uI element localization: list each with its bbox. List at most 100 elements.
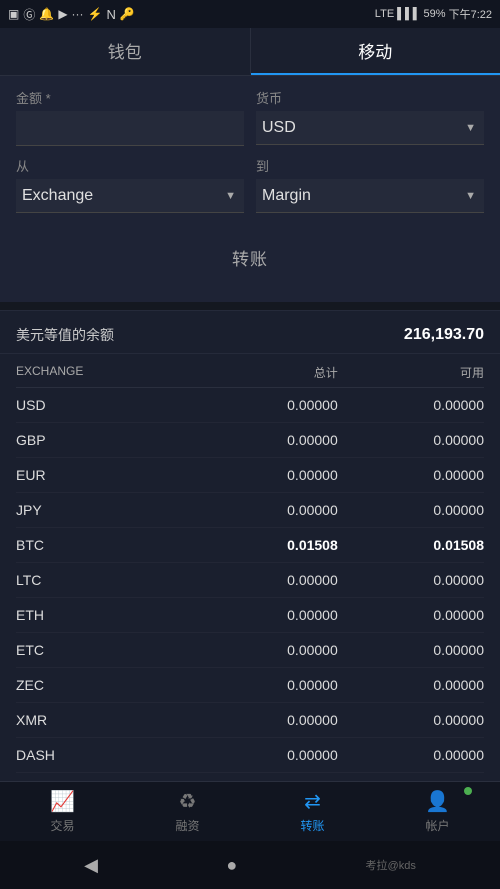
- account-online-dot: [464, 787, 472, 795]
- transfer-nav-label: 转账: [300, 817, 324, 834]
- brand-text: 考拉@kds: [366, 857, 416, 873]
- balance-label: 美元等值的余额: [16, 325, 114, 345]
- table-row: EUR0.000000.00000: [16, 458, 484, 493]
- cell-total: 0.01508: [192, 537, 338, 553]
- cell-total: 0.00000: [192, 467, 338, 483]
- tab-move[interactable]: 移动: [251, 28, 500, 75]
- table-row: ZEC0.000000.00000: [16, 668, 484, 703]
- icon-g: Ⓖ: [23, 6, 35, 23]
- to-select-wrapper: Margin Exchange: [256, 179, 484, 213]
- trading-label: 交易: [50, 817, 74, 834]
- table-row: ETC0.000000.00000: [16, 633, 484, 668]
- amount-label: 金额 *: [16, 88, 244, 107]
- transfer-icon: ⇄: [304, 789, 321, 814]
- transfer-btn-row: 转账: [16, 223, 484, 286]
- table-row: ETH0.000000.00000: [16, 598, 484, 633]
- icon-square: ▣: [8, 7, 19, 21]
- icon-bluetooth: ⚡: [88, 7, 103, 21]
- nav-funding[interactable]: ♻ 融资: [125, 783, 250, 840]
- cell-total: 0.00000: [192, 607, 338, 623]
- table-row: XMR0.000000.00000: [16, 703, 484, 738]
- cell-currency-name: BTC: [16, 537, 192, 553]
- to-select[interactable]: Margin Exchange: [256, 179, 484, 213]
- balance-value: 216,193.70: [404, 326, 484, 344]
- currency-select[interactable]: USD GBP EUR JPY BTC LTC ETH: [256, 111, 484, 145]
- to-label: 到: [256, 156, 484, 175]
- cell-available: 0.00000: [338, 467, 484, 483]
- tab-wallet[interactable]: 钱包: [0, 28, 251, 75]
- amount-group: 金额 *: [16, 88, 244, 146]
- balance-section: 美元等值的余额 216,193.70: [0, 310, 500, 354]
- cell-currency-name: ETH: [16, 607, 192, 623]
- cell-total: 0.00000: [192, 572, 338, 588]
- cell-total: 0.00000: [192, 747, 338, 763]
- nav-account[interactable]: 👤 帐户: [375, 783, 500, 840]
- cell-currency-name: ETC: [16, 642, 192, 658]
- col-available-label: 可用: [338, 364, 484, 381]
- cell-currency-name: GBP: [16, 432, 192, 448]
- cell-available: 0.01508: [338, 537, 484, 553]
- cell-available: 0.00000: [338, 712, 484, 728]
- battery-text: 59%: [424, 8, 446, 20]
- funding-label: 融资: [175, 817, 199, 834]
- cell-total: 0.00000: [192, 432, 338, 448]
- table-body: USD0.000000.00000GBP0.000000.00000EUR0.0…: [16, 388, 484, 808]
- col-section-label: EXCHANGE: [16, 364, 192, 381]
- signal-icon: ▌▌▌: [397, 8, 420, 20]
- table-header: EXCHANGE 总计 可用: [16, 354, 484, 388]
- cell-total: 0.00000: [192, 712, 338, 728]
- icon-bell: 🔔: [39, 7, 54, 21]
- android-bar: ◀ ● 考拉@kds: [0, 841, 500, 889]
- cell-available: 0.00000: [338, 747, 484, 763]
- cell-available: 0.00000: [338, 502, 484, 518]
- cell-available: 0.00000: [338, 642, 484, 658]
- nav-trading[interactable]: 📈 交易: [0, 783, 125, 840]
- transfer-button[interactable]: 转账: [172, 235, 328, 280]
- cell-available: 0.00000: [338, 432, 484, 448]
- cell-currency-name: ZEC: [16, 677, 192, 693]
- cell-total: 0.00000: [192, 642, 338, 658]
- to-group: 到 Margin Exchange: [256, 156, 484, 213]
- cell-available: 0.00000: [338, 572, 484, 588]
- back-button[interactable]: ◀: [84, 855, 98, 876]
- nav-transfer[interactable]: ⇄ 转账: [250, 783, 375, 840]
- amount-currency-row: 金额 * 货币 USD GBP EUR JPY BTC LTC ETH: [16, 88, 484, 146]
- from-select[interactable]: Exchange Margin: [16, 179, 244, 213]
- exchange-table: EXCHANGE 总计 可用 USD0.000000.00000GBP0.000…: [0, 354, 500, 851]
- currency-select-wrapper: USD GBP EUR JPY BTC LTC ETH: [256, 111, 484, 145]
- table-row: GBP0.000000.00000: [16, 423, 484, 458]
- section-divider: [0, 302, 500, 310]
- top-tabs: 钱包 移动: [0, 28, 500, 76]
- table-row: JPY0.000000.00000: [16, 493, 484, 528]
- icon-nfc: N: [107, 7, 116, 22]
- cell-available: 0.00000: [338, 677, 484, 693]
- time-text: 下午7:22: [449, 6, 492, 22]
- table-row: DASH0.000000.00000: [16, 738, 484, 773]
- amount-input[interactable]: [16, 111, 244, 146]
- status-right: LTE ▌▌▌ 59% 下午7:22: [375, 6, 492, 22]
- cell-currency-name: USD: [16, 397, 192, 413]
- account-label: 帐户: [425, 817, 449, 834]
- status-bar: ▣ Ⓖ 🔔 ▶ ··· ⚡ N 🔑 LTE ▌▌▌ 59% 下午7:22: [0, 0, 500, 28]
- currency-label: 货币: [256, 88, 484, 107]
- cell-available: 0.00000: [338, 607, 484, 623]
- form-area: 金额 * 货币 USD GBP EUR JPY BTC LTC ETH 从: [0, 76, 500, 302]
- status-left-icons: ▣ Ⓖ 🔔 ▶ ··· ⚡ N 🔑: [8, 6, 135, 23]
- home-button[interactable]: ●: [226, 855, 237, 876]
- lte-icon: LTE: [375, 8, 394, 20]
- from-group: 从 Exchange Margin: [16, 156, 244, 213]
- cell-currency-name: EUR: [16, 467, 192, 483]
- from-label: 从: [16, 156, 244, 175]
- cell-currency-name: DASH: [16, 747, 192, 763]
- cell-currency-name: XMR: [16, 712, 192, 728]
- table-row: USD0.000000.00000: [16, 388, 484, 423]
- trading-icon: 📈: [50, 789, 75, 814]
- table-row: LTC0.000000.00000: [16, 563, 484, 598]
- cell-available: 0.00000: [338, 397, 484, 413]
- from-to-row: 从 Exchange Margin 到 Margin Exchange: [16, 156, 484, 213]
- cell-currency-name: LTC: [16, 572, 192, 588]
- funding-icon: ♻: [179, 789, 197, 814]
- cell-total: 0.00000: [192, 677, 338, 693]
- cell-total: 0.00000: [192, 502, 338, 518]
- cell-currency-name: JPY: [16, 502, 192, 518]
